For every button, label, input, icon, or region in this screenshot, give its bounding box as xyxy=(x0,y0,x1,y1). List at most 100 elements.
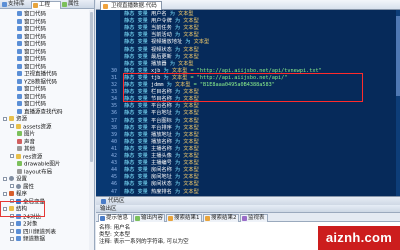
tree-item[interactable]: 窗口代码 xyxy=(17,41,46,48)
tree-item[interactable]: 程序 xyxy=(3,191,27,198)
code-token: 平台地址 xyxy=(151,110,172,117)
tree-item[interactable]: 窗口代码 xyxy=(17,101,46,108)
tree-item[interactable]: res资源 xyxy=(10,153,42,161)
tab-code-area[interactable]: 代码区 xyxy=(100,198,125,205)
code-line[interactable]: 静态 变量 主播名称 为 文本型 xyxy=(124,146,199,153)
output-tab[interactable]: 输出内容 xyxy=(133,214,165,222)
tree-item-label: drawable图片 xyxy=(24,161,61,168)
editor-tabbar: 卫视直播数据.代码 xyxy=(96,0,400,10)
output-tab[interactable]: 搜索结果2 xyxy=(203,214,239,222)
code-line[interactable]: 静态 变量 用户名 为 文本型 xyxy=(124,11,194,18)
output-tab-label: 输出内容 xyxy=(141,215,164,221)
code-token: 主播编号 xyxy=(151,160,172,167)
editor-tab[interactable]: 卫视直播数据.代码 xyxy=(100,1,162,10)
tree-item[interactable]: 资源 xyxy=(3,116,27,123)
code-token: 静态 变量 xyxy=(124,131,151,138)
tree-item[interactable]: drawable图片 xyxy=(17,161,60,168)
expand-toggle-icon[interactable] xyxy=(3,191,7,196)
code-line[interactable]: 静态 变量 平台图标 为 文本型 xyxy=(124,118,199,125)
tree-item[interactable]: 窗口代码 xyxy=(17,18,46,26)
info-icon xyxy=(100,216,105,221)
code-line[interactable]: 静态 变量 播放器 为 文本型 xyxy=(124,61,194,68)
code-token: 为 xyxy=(171,188,184,195)
code-token: 当前任务 xyxy=(151,25,172,32)
tree-item[interactable]: 窗口代码 xyxy=(17,26,46,33)
tree-item[interactable]: 频道数据 xyxy=(10,236,45,243)
code-token: 文本型 xyxy=(183,110,199,117)
tree-item[interactable]: 声音 xyxy=(17,138,35,146)
output-tab[interactable]: 搜索结果1 xyxy=(166,214,202,222)
tab-properties[interactable]: 属性 xyxy=(61,1,89,9)
code-line[interactable]: 静态 变量 平台地址 为 文本型 xyxy=(124,110,199,117)
code-line[interactable]: 静态 变量 最后更新 为 文本型 xyxy=(124,54,199,61)
scroll-thumb[interactable] xyxy=(90,12,93,162)
tab-label: 支持库 xyxy=(8,1,25,7)
tree-item[interactable]: 四川频道列表 xyxy=(10,228,56,236)
tree-item[interactable]: 窗口代码 xyxy=(17,56,46,63)
line-number: 46 xyxy=(110,181,117,188)
code-line[interactable]: 静态 变量 播放地址 为 文本型 xyxy=(124,132,199,139)
tree-item[interactable]: layout布局 xyxy=(17,168,52,176)
tree-item-label: 2对象 xyxy=(23,221,38,228)
window-icon xyxy=(17,26,22,31)
code-line[interactable]: 静态 变量 热度排名 为 文本型 xyxy=(124,189,199,196)
tree-item[interactable]: 其他 xyxy=(17,146,35,153)
expand-toggle-icon[interactable] xyxy=(10,236,14,241)
code-token: 静态 变量 xyxy=(124,160,151,167)
tab-project[interactable]: 工程 xyxy=(31,1,61,9)
tree-item[interactable]: assets资源 xyxy=(10,123,52,131)
tree-item[interactable]: 直播源查找代码 xyxy=(17,108,63,116)
code-line[interactable]: 静态 变量 视频播放地址 为 文本型 xyxy=(124,39,209,46)
output-tab[interactable]: 监视表 xyxy=(240,214,268,222)
tree-item[interactable]: YZB数据代码 xyxy=(17,78,57,86)
tree-item[interactable]: 窗口代码 xyxy=(17,63,47,71)
scroll-thumb[interactable] xyxy=(396,16,400,96)
code-editor[interactable]: 30 31 32 33 34 35 36 37 38 39 40 41 42 43 44 45 46 47 静态 … xyxy=(96,10,400,196)
expand-toggle-icon[interactable] xyxy=(3,176,7,181)
tree-item[interactable]: 窗口代码 xyxy=(17,48,47,56)
expand-toggle-icon[interactable] xyxy=(10,124,14,128)
tree-item[interactable]: 窗口代码 xyxy=(17,11,46,18)
code-line[interactable]: 静态 变量 平台排序 为 文本型 xyxy=(124,125,199,132)
expand-toggle-icon[interactable] xyxy=(10,154,14,158)
line-number: 31 xyxy=(110,74,117,81)
code-line[interactable]: 静态 变量 房间状态 为 文本型 xyxy=(124,181,199,188)
expand-toggle-icon[interactable] xyxy=(10,229,14,233)
window-icon xyxy=(16,228,21,234)
tree-item-label: 窗口代码 xyxy=(24,49,47,55)
code-token: 文本型 xyxy=(193,39,210,46)
tree-item-label: 窗口代码 xyxy=(24,101,47,108)
expand-toggle-icon[interactable] xyxy=(10,221,14,226)
code-line[interactable]: 静态 变量 主播头像 为 文本型 xyxy=(124,153,199,160)
code-token: 为 xyxy=(171,103,184,110)
code-token: 热度排名 xyxy=(151,188,172,195)
window-icon xyxy=(17,71,22,76)
line-number: 37 xyxy=(110,117,117,124)
tree-item[interactable]: 属性 xyxy=(10,183,34,191)
tree-item[interactable]: 窗口代码 xyxy=(17,33,46,41)
expand-toggle-icon[interactable] xyxy=(3,116,7,121)
tab-library[interactable]: 支持库 xyxy=(1,1,31,9)
expand-toggle-icon[interactable] xyxy=(10,184,14,188)
line-number: 41 xyxy=(110,145,117,152)
tree-item[interactable]: 窗口代码 xyxy=(17,93,46,101)
folder-icon xyxy=(9,116,14,121)
editor-tab-label: 卫视直播数据.代码 xyxy=(111,3,157,9)
tree-item[interactable]: 卫视直播代码 xyxy=(17,71,57,78)
tree-item-label: 窗口代码 xyxy=(24,64,47,70)
tree-item[interactable]: 2对象 xyxy=(10,221,38,228)
window-icon xyxy=(16,236,21,241)
highlight-box xyxy=(123,73,363,102)
tree-item[interactable]: 窗口代码 xyxy=(17,86,46,93)
tree-item[interactable]: 设置 xyxy=(3,176,27,183)
code-line[interactable]: 静态 变量 视频状态 为 文本型 xyxy=(124,47,199,54)
tree-scrollbar[interactable] xyxy=(89,10,94,250)
code-line[interactable]: 静态 变量 播放名称 为 文本型 xyxy=(124,139,199,146)
tree-item[interactable]: 图片 xyxy=(17,131,35,138)
line-number: 33 xyxy=(110,89,117,96)
output-tab[interactable]: 提示信息 xyxy=(98,214,132,222)
editor-scrollbar[interactable] xyxy=(396,10,400,196)
line-number: 38 xyxy=(110,124,117,131)
code-token: 静态 变量 xyxy=(124,181,151,188)
output-tab-label: 监视表 xyxy=(248,215,265,221)
